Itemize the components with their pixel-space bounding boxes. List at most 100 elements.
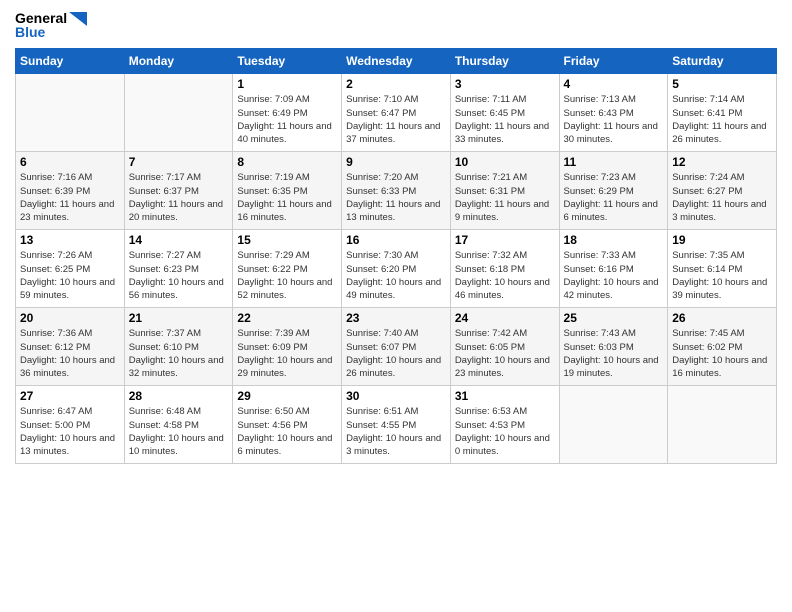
calendar-cell: 1Sunrise: 7:09 AM Sunset: 6:49 PM Daylig… [233, 74, 342, 152]
day-info: Sunrise: 7:35 AM Sunset: 6:14 PM Dayligh… [672, 249, 772, 302]
day-info: Sunrise: 6:48 AM Sunset: 4:58 PM Dayligh… [129, 405, 229, 458]
calendar-cell: 23 Sunrise: 7:40 AM Sunset: 6:07 PM Dayli… [342, 308, 451, 386]
day-info: Sunrise: 7:16 AM Sunset: 6:39 PM Dayligh… [20, 171, 120, 224]
day-info: Sunrise: 7:32 AM Sunset: 6:18 PM Dayligh… [455, 249, 555, 302]
day-number: 31 [455, 389, 555, 403]
day-number: 25 [564, 311, 664, 325]
calendar-cell: 31 Sunrise: 6:53 AM Sunset: 4:53 PM Dayli… [450, 386, 559, 464]
day-info: Sunrise: 7:30 AM Sunset: 6:20 PM Dayligh… [346, 249, 446, 302]
day-info: Sunrise: 7:09 AM Sunset: 6:49 PM Dayligh… [237, 93, 337, 146]
calendar-cell: 30 Sunrise: 6:51 AM Sunset: 4:55 PM Dayli… [342, 386, 451, 464]
day-number: 3 [455, 77, 555, 91]
calendar-cell: 15Sunrise: 7:29 AM Sunset: 6:22 PM Dayli… [233, 230, 342, 308]
calendar-cell: 20 Sunrise: 7:36 AM Sunset: 6:12 PM Dayli… [16, 308, 125, 386]
day-number: 20 [20, 311, 120, 325]
day-info: Sunrise: 7:24 AM Sunset: 6:27 PM Dayligh… [672, 171, 772, 224]
calendar-cell: 16 Sunrise: 7:30 AM Sunset: 6:20 PM Dayli… [342, 230, 451, 308]
day-number: 5 [672, 77, 772, 91]
day-number: 15 [237, 233, 337, 247]
header-row: Sunday Monday Tuesday Wednesday Thursday… [16, 49, 777, 74]
day-info: Sunrise: 7:26 AM Sunset: 6:25 PM Dayligh… [20, 249, 120, 302]
calendar-cell: 14 Sunrise: 7:27 AM Sunset: 6:23 PM Dayli… [124, 230, 233, 308]
col-thursday: Thursday [450, 49, 559, 74]
day-info: Sunrise: 7:40 AM Sunset: 6:07 PM Dayligh… [346, 327, 446, 380]
day-info: Sunrise: 7:19 AM Sunset: 6:35 PM Dayligh… [237, 171, 337, 224]
calendar-week-0: 1Sunrise: 7:09 AM Sunset: 6:49 PM Daylig… [16, 74, 777, 152]
logo: General Blue [15, 10, 87, 40]
calendar-cell: 5 Sunrise: 7:14 AM Sunset: 6:41 PM Daylig… [668, 74, 777, 152]
calendar-cell: 8Sunrise: 7:19 AM Sunset: 6:35 PM Daylig… [233, 152, 342, 230]
day-number: 4 [564, 77, 664, 91]
calendar-cell: 21 Sunrise: 7:37 AM Sunset: 6:10 PM Dayli… [124, 308, 233, 386]
day-info: Sunrise: 6:47 AM Sunset: 5:00 PM Dayligh… [20, 405, 120, 458]
day-info: Sunrise: 7:42 AM Sunset: 6:05 PM Dayligh… [455, 327, 555, 380]
day-info: Sunrise: 7:13 AM Sunset: 6:43 PM Dayligh… [564, 93, 664, 146]
calendar-week-3: 20 Sunrise: 7:36 AM Sunset: 6:12 PM Dayli… [16, 308, 777, 386]
calendar-cell: 12 Sunrise: 7:24 AM Sunset: 6:27 PM Dayli… [668, 152, 777, 230]
calendar-cell: 9Sunrise: 7:20 AM Sunset: 6:33 PM Daylig… [342, 152, 451, 230]
col-sunday: Sunday [16, 49, 125, 74]
day-number: 27 [20, 389, 120, 403]
col-wednesday: Wednesday [342, 49, 451, 74]
calendar-week-1: 6 Sunrise: 7:16 AM Sunset: 6:39 PM Daylig… [16, 152, 777, 230]
day-number: 12 [672, 155, 772, 169]
day-info: Sunrise: 7:10 AM Sunset: 6:47 PM Dayligh… [346, 93, 446, 146]
calendar-cell [559, 386, 668, 464]
day-number: 21 [129, 311, 229, 325]
day-info: Sunrise: 7:17 AM Sunset: 6:37 PM Dayligh… [129, 171, 229, 224]
calendar-cell: 22Sunrise: 7:39 AM Sunset: 6:09 PM Dayli… [233, 308, 342, 386]
col-monday: Monday [124, 49, 233, 74]
day-info: Sunrise: 7:45 AM Sunset: 6:02 PM Dayligh… [672, 327, 772, 380]
header: General Blue [15, 10, 777, 40]
day-number: 19 [672, 233, 772, 247]
day-number: 11 [564, 155, 664, 169]
calendar-cell: 4 Sunrise: 7:13 AM Sunset: 6:43 PM Daylig… [559, 74, 668, 152]
calendar-cell: 11 Sunrise: 7:23 AM Sunset: 6:29 PM Dayli… [559, 152, 668, 230]
calendar-cell: 6 Sunrise: 7:16 AM Sunset: 6:39 PM Daylig… [16, 152, 125, 230]
day-info: Sunrise: 7:20 AM Sunset: 6:33 PM Dayligh… [346, 171, 446, 224]
calendar-cell: 3 Sunrise: 7:11 AM Sunset: 6:45 PM Daylig… [450, 74, 559, 152]
day-number: 6 [20, 155, 120, 169]
day-number: 16 [346, 233, 446, 247]
calendar-cell: 10 Sunrise: 7:21 AM Sunset: 6:31 PM Dayli… [450, 152, 559, 230]
calendar-cell: 19 Sunrise: 7:35 AM Sunset: 6:14 PM Dayli… [668, 230, 777, 308]
calendar-cell: 7Sunrise: 7:17 AM Sunset: 6:37 PM Daylig… [124, 152, 233, 230]
calendar-cell: 13 Sunrise: 7:26 AM Sunset: 6:25 PM Dayli… [16, 230, 125, 308]
day-number: 18 [564, 233, 664, 247]
day-number: 13 [20, 233, 120, 247]
calendar-cell: 18Sunrise: 7:33 AM Sunset: 6:16 PM Dayli… [559, 230, 668, 308]
calendar-cell: 2 Sunrise: 7:10 AM Sunset: 6:47 PM Daylig… [342, 74, 451, 152]
day-number: 17 [455, 233, 555, 247]
day-info: Sunrise: 7:37 AM Sunset: 6:10 PM Dayligh… [129, 327, 229, 380]
calendar-week-2: 13 Sunrise: 7:26 AM Sunset: 6:25 PM Dayli… [16, 230, 777, 308]
day-number: 30 [346, 389, 446, 403]
day-info: Sunrise: 6:50 AM Sunset: 4:56 PM Dayligh… [237, 405, 337, 458]
day-info: Sunrise: 7:23 AM Sunset: 6:29 PM Dayligh… [564, 171, 664, 224]
calendar-cell: 17 Sunrise: 7:32 AM Sunset: 6:18 PM Dayli… [450, 230, 559, 308]
col-friday: Friday [559, 49, 668, 74]
col-saturday: Saturday [668, 49, 777, 74]
day-number: 29 [237, 389, 337, 403]
calendar-cell [16, 74, 125, 152]
day-number: 14 [129, 233, 229, 247]
calendar-cell [124, 74, 233, 152]
day-info: Sunrise: 7:36 AM Sunset: 6:12 PM Dayligh… [20, 327, 120, 380]
day-number: 22 [237, 311, 337, 325]
day-number: 24 [455, 311, 555, 325]
calendar-table: Sunday Monday Tuesday Wednesday Thursday… [15, 48, 777, 464]
day-info: Sunrise: 7:14 AM Sunset: 6:41 PM Dayligh… [672, 93, 772, 146]
page: General Blue Sunday Monday Tuesday Wedne… [0, 0, 792, 612]
calendar-cell: 27 Sunrise: 6:47 AM Sunset: 5:00 PM Dayli… [16, 386, 125, 464]
day-number: 2 [346, 77, 446, 91]
day-info: Sunrise: 6:51 AM Sunset: 4:55 PM Dayligh… [346, 405, 446, 458]
day-info: Sunrise: 7:11 AM Sunset: 6:45 PM Dayligh… [455, 93, 555, 146]
calendar-cell: 25 Sunrise: 7:43 AM Sunset: 6:03 PM Dayli… [559, 308, 668, 386]
day-info: Sunrise: 7:43 AM Sunset: 6:03 PM Dayligh… [564, 327, 664, 380]
calendar-cell: 26Sunrise: 7:45 AM Sunset: 6:02 PM Dayli… [668, 308, 777, 386]
day-info: Sunrise: 6:53 AM Sunset: 4:53 PM Dayligh… [455, 405, 555, 458]
day-info: Sunrise: 7:21 AM Sunset: 6:31 PM Dayligh… [455, 171, 555, 224]
day-number: 10 [455, 155, 555, 169]
day-info: Sunrise: 7:27 AM Sunset: 6:23 PM Dayligh… [129, 249, 229, 302]
day-number: 23 [346, 311, 446, 325]
calendar-week-4: 27 Sunrise: 6:47 AM Sunset: 5:00 PM Dayli… [16, 386, 777, 464]
